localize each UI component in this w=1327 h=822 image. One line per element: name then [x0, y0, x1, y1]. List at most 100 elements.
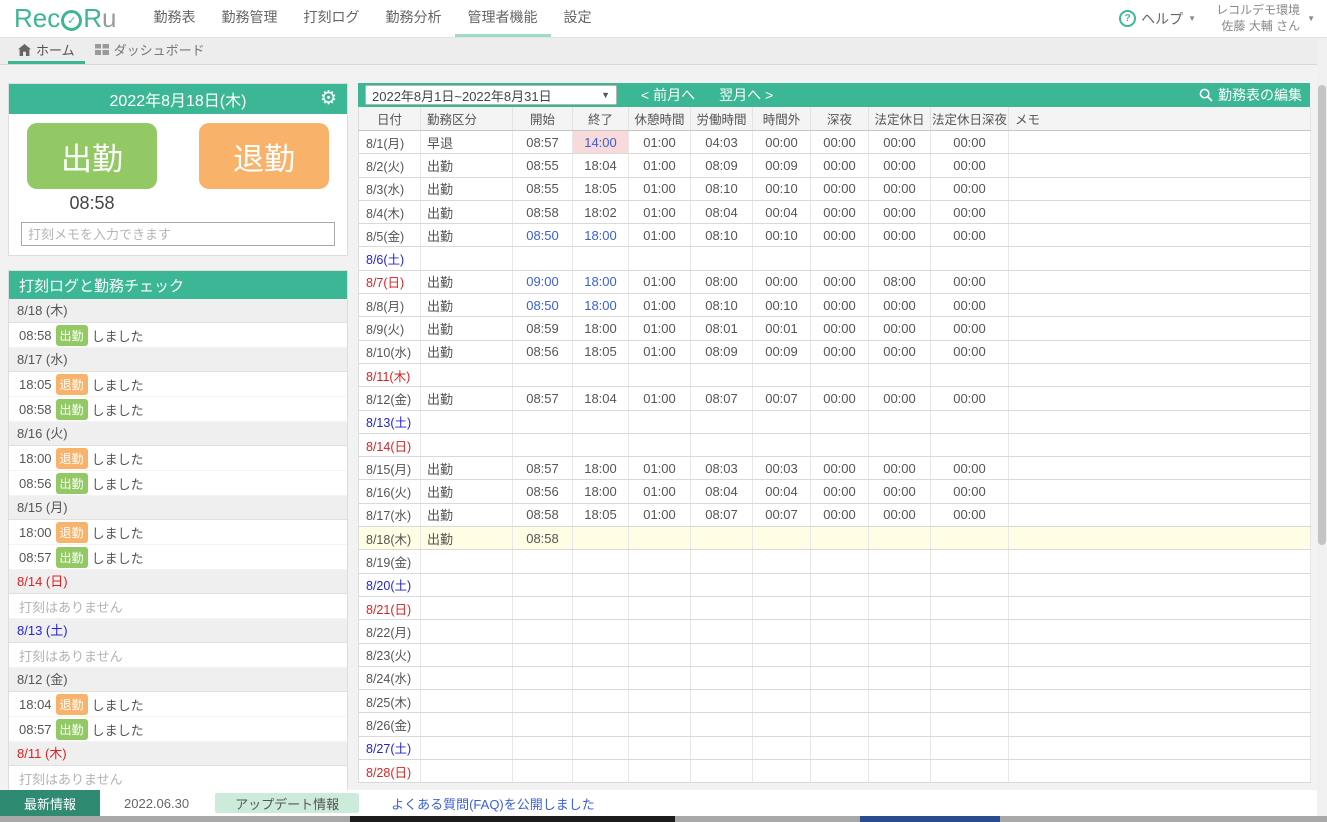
column-header: 開始 [513, 107, 573, 131]
cell-date: 8/21(日) [359, 596, 421, 619]
user-menu[interactable]: レコルデモ環境 佐藤 大輔 さん ▼ [1216, 3, 1315, 34]
cell-end [573, 573, 629, 596]
cell-end [573, 620, 629, 643]
logo-check-icon: ✓ [61, 10, 82, 31]
cell-break [629, 550, 691, 573]
punch-memo-input[interactable] [21, 222, 335, 246]
cell-start [513, 550, 573, 573]
window-scrollbar [1317, 38, 1327, 816]
cell-memo [1009, 433, 1311, 456]
cell-break [629, 666, 691, 689]
update-info-button[interactable]: アップデート情報 [215, 793, 359, 813]
cell-break: 01:00 [629, 294, 691, 317]
cell-legal-holiday [869, 247, 931, 270]
cell-memo [1009, 736, 1311, 759]
cell-overtime: 00:07 [753, 387, 811, 410]
scrollbar-thumb[interactable] [1318, 85, 1326, 545]
cell-end: 18:04 [573, 154, 629, 177]
cell-work: 08:07 [691, 503, 753, 526]
cell-legal-holiday [869, 760, 931, 783]
news-link[interactable]: よくある質問(FAQ)を公開しました [391, 794, 595, 813]
nav-item-5[interactable]: 管理者機能 [455, 0, 551, 37]
cell-end [573, 666, 629, 689]
cell-worktype [421, 247, 513, 270]
table-row: 8/4(木)出勤08:5818:0201:0008:0400:0400:0000… [359, 200, 1311, 223]
period-select[interactable]: 2022年8月1日~2022年8月31日 ▼ [365, 85, 617, 105]
cell-break [629, 690, 691, 713]
log-entry-time: 08:58 [19, 402, 52, 417]
tab-home[interactable]: ホーム [8, 38, 85, 64]
table-row: 8/3(水)出勤08:5518:0501:0008:1000:1000:0000… [359, 177, 1311, 200]
cell-end: 18:00 [573, 224, 629, 247]
cell-end [573, 713, 629, 736]
punch-type-badge: 出勤 [56, 719, 88, 740]
cell-night: 00:00 [811, 177, 869, 200]
cell-legal-holiday-night: 00:00 [931, 270, 1009, 293]
cell-worktype: 出勤 [421, 457, 513, 480]
cell-end: 18:00 [573, 457, 629, 480]
nav-item-1[interactable]: 勤務表 [141, 0, 209, 37]
cell-memo [1009, 131, 1311, 154]
cell-night [811, 760, 869, 783]
cell-end [573, 247, 629, 270]
cell-legal-holiday-night: 00:00 [931, 294, 1009, 317]
punch-type-badge: 出勤 [56, 325, 88, 346]
cell-night [811, 363, 869, 386]
cell-legal-holiday [869, 690, 931, 713]
punch-type-badge: 退勤 [56, 694, 88, 715]
table-row: 8/2(火)出勤08:5518:0401:0008:0900:0900:0000… [359, 154, 1311, 177]
cell-worktype: 出勤 [421, 387, 513, 410]
cell-date: 8/15(月) [359, 457, 421, 480]
cell-work: 08:03 [691, 457, 753, 480]
cell-legal-holiday [869, 410, 931, 433]
recoru-logo[interactable]: Rec✓Ru [14, 3, 117, 34]
cell-legal-holiday: 00:00 [869, 154, 931, 177]
log-empty-entry: 打刻はありません [9, 594, 347, 619]
cell-break [629, 363, 691, 386]
edit-timesheet-button[interactable]: 勤務表の編集 [1199, 85, 1302, 105]
gear-icon[interactable]: ⚙ [320, 87, 337, 111]
nav-item-3[interactable]: 打刻ログ [291, 0, 373, 37]
cell-end [573, 736, 629, 759]
cell-date: 8/7(日) [359, 270, 421, 293]
cell-overtime [753, 573, 811, 596]
next-month-link[interactable]: 翌月へ > [719, 85, 773, 105]
cell-memo [1009, 224, 1311, 247]
nav-item-6[interactable]: 設定 [551, 0, 605, 37]
nav-item-4[interactable]: 勤務分析 [373, 0, 455, 37]
help-menu[interactable]: ? ヘルプ ▼ [1119, 9, 1196, 29]
table-row: 8/28(日) [359, 760, 1311, 783]
cell-work [691, 760, 753, 783]
cell-end: 18:05 [573, 340, 629, 363]
cell-date: 8/2(火) [359, 154, 421, 177]
cell-date: 8/23(火) [359, 643, 421, 666]
prev-month-link[interactable]: < 前月へ [641, 85, 695, 105]
table-row: 8/15(月)出勤08:5718:0001:0008:0300:0300:000… [359, 457, 1311, 480]
cell-start [513, 596, 573, 619]
cell-start [513, 363, 573, 386]
logo-text-suffix: u [102, 3, 116, 34]
cell-legal-holiday: 00:00 [869, 200, 931, 223]
log-entry: 18:04退勤しました [9, 692, 347, 717]
cell-break: 01:00 [629, 340, 691, 363]
cell-night: 00:00 [811, 503, 869, 526]
tab-dashboard[interactable]: ダッシュボード [85, 38, 215, 64]
cell-break [629, 620, 691, 643]
clock-out-button[interactable]: 退勤 [199, 123, 329, 189]
cell-overtime: 00:00 [753, 131, 811, 154]
logo-text-prefix: Rec [14, 3, 60, 34]
cell-start: 08:56 [513, 480, 573, 503]
log-date-header: 8/13 (土) [9, 619, 347, 643]
cell-start [513, 573, 573, 596]
cell-night [811, 596, 869, 619]
cell-break: 01:00 [629, 457, 691, 480]
cell-work [691, 713, 753, 736]
cell-work: 08:04 [691, 200, 753, 223]
column-header: 法定休日深夜 [931, 107, 1009, 131]
clock-in-button[interactable]: 出勤 [27, 123, 157, 189]
cell-overtime: 00:00 [753, 270, 811, 293]
cell-date: 8/11(木) [359, 363, 421, 386]
cell-night [811, 690, 869, 713]
nav-item-2[interactable]: 勤務管理 [209, 0, 291, 37]
cell-end: 18:00 [573, 294, 629, 317]
